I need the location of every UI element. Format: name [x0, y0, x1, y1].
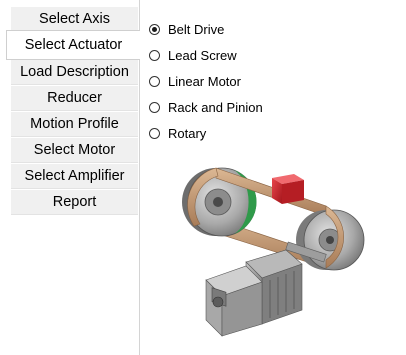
- right-pulley: [296, 205, 365, 271]
- actuator-type-radio-group: Belt Drive Lead Screw Linear Motor Rack …: [149, 16, 263, 146]
- tab-motion-profile[interactable]: Motion Profile: [11, 112, 138, 137]
- radio-button-linear-motor[interactable]: [149, 75, 160, 87]
- tab-select-motor[interactable]: Select Motor: [11, 138, 138, 163]
- radio-option-rotary[interactable]: Rotary: [149, 120, 263, 146]
- load-block: [272, 174, 304, 204]
- radio-label-lead-screw: Lead Screw: [168, 47, 237, 63]
- radio-option-rack-and-pinion[interactable]: Rack and Pinion: [149, 94, 263, 120]
- actuator-panel: Select Axis Select Actuator Load Descrip…: [0, 0, 406, 355]
- tab-select-amplifier[interactable]: Select Amplifier: [11, 164, 138, 189]
- radio-label-rotary: Rotary: [168, 125, 207, 141]
- radio-option-belt-drive[interactable]: Belt Drive: [149, 16, 263, 42]
- radio-option-linear-motor[interactable]: Linear Motor: [149, 68, 263, 94]
- tab-reducer[interactable]: Reducer: [11, 86, 138, 111]
- radio-option-lead-screw[interactable]: Lead Screw: [149, 42, 263, 68]
- radio-button-lead-screw[interactable]: [149, 49, 160, 61]
- tab-select-axis[interactable]: Select Axis: [11, 7, 138, 32]
- radio-button-belt-drive[interactable]: [149, 23, 160, 35]
- belt-drive-illustration-icon: [182, 167, 365, 337]
- tab-select-actuator[interactable]: Select Actuator: [6, 30, 140, 60]
- radio-label-belt-drive: Belt Drive: [168, 21, 225, 37]
- tab-report[interactable]: Report: [11, 190, 138, 215]
- wizard-tab-list: Select Axis Select Actuator Load Descrip…: [0, 0, 140, 355]
- servo-motor: [205, 249, 303, 337]
- radio-button-rack-and-pinion[interactable]: [149, 101, 160, 113]
- radio-label-linear-motor: Linear Motor: [168, 73, 241, 89]
- radio-button-rotary[interactable]: [149, 127, 160, 139]
- tab-load-description[interactable]: Load Description: [11, 60, 138, 85]
- radio-label-rack-and-pinion: Rack and Pinion: [168, 99, 263, 115]
